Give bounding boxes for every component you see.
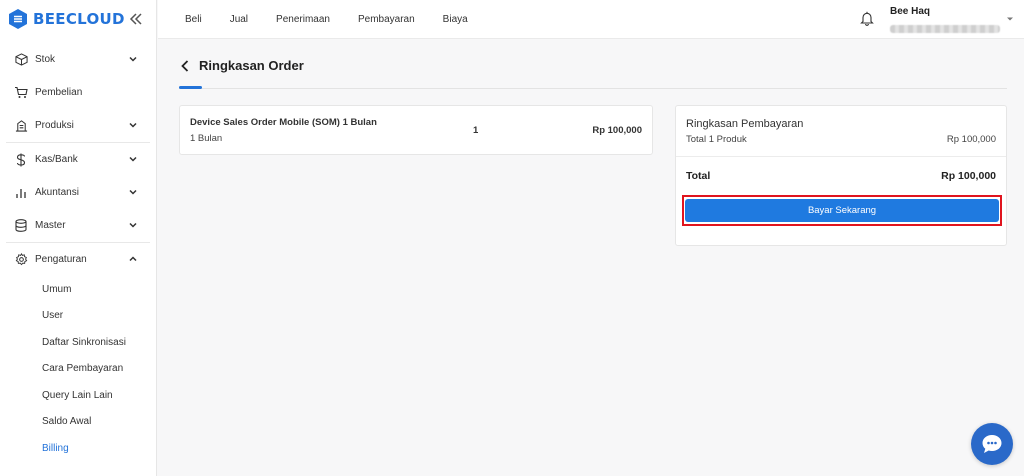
sidebar-item-pengaturan[interactable]: Pengaturan	[0, 243, 156, 276]
sidebar: BEECLOUD Stok Pembelian Produksi Kas/Ban…	[0, 0, 157, 476]
header-accent-bar	[179, 86, 202, 89]
sidebar-subitem-saldo-awal[interactable]: Saldo Awal	[0, 409, 156, 436]
sidebar-item-master[interactable]: Master	[0, 209, 156, 242]
payment-summary-card: Ringkasan Pembayaran Total 1 Produk Rp 1…	[675, 105, 1007, 246]
user-name: Bee Haq	[890, 6, 931, 17]
chevron-down-icon	[129, 156, 137, 162]
top-nav-jual[interactable]: Jual	[230, 14, 248, 25]
brand-name: BEECLOUD	[33, 10, 125, 28]
pay-now-button[interactable]: Bayar Sekarang	[685, 199, 999, 222]
sidebar-item-stok[interactable]: Stok	[0, 43, 156, 76]
chat-button[interactable]	[971, 423, 1013, 465]
chat-bubble-icon	[982, 435, 1002, 453]
page-title: Ringkasan Order	[199, 58, 304, 73]
header-divider	[179, 88, 1007, 89]
sidebar-item-label: Master	[35, 220, 66, 231]
caret-down-icon[interactable]	[1006, 16, 1014, 22]
top-nav: Beli Jual Penerimaan Pembayaran Biaya	[185, 0, 496, 39]
sidebar-subitem-user[interactable]: User	[0, 303, 156, 330]
order-item-duration: 1 Bulan	[190, 133, 223, 144]
sidebar-subitem-query-lain-lain[interactable]: Query Lain Lain	[0, 382, 156, 409]
user-menu[interactable]: Bee Haq	[890, 6, 1000, 33]
box-icon	[14, 53, 28, 67]
summary-total-value: Rp 100,000	[941, 170, 996, 182]
double-chevron-left-icon[interactable]	[128, 11, 144, 27]
sidebar-item-label: Kas/Bank	[35, 154, 78, 165]
summary-total-label: Total	[686, 170, 711, 182]
brand: BEECLOUD	[0, 0, 156, 38]
sidebar-item-label: Produksi	[35, 120, 74, 131]
sidebar-item-kas-bank[interactable]: Kas/Bank	[0, 143, 156, 176]
sidebar-item-label: Pembelian	[35, 87, 83, 98]
top-nav-penerimaan[interactable]: Penerimaan	[276, 14, 330, 25]
page-header: Ringkasan Order	[179, 58, 304, 73]
dollar-icon	[14, 153, 28, 167]
order-item-price: Rp 100,000	[592, 125, 642, 136]
gear-icon	[14, 253, 28, 267]
database-icon	[14, 219, 28, 233]
bell-icon[interactable]	[860, 11, 874, 26]
sidebar-subitem-billing[interactable]: Billing	[0, 435, 156, 462]
order-item-name: Device Sales Order Mobile (SOM) 1 Bulan	[190, 117, 377, 128]
sidebar-item-label: Akuntansi	[35, 187, 79, 198]
factory-icon	[14, 119, 28, 133]
sidebar-item-pembelian[interactable]: Pembelian	[0, 76, 156, 109]
sidebar-subitem-daftar-sinkronisasi[interactable]: Daftar Sinkronisasi	[0, 329, 156, 356]
chevron-down-icon	[129, 222, 137, 228]
summary-products-label: Total 1 Produk	[686, 134, 747, 145]
order-item-qty: 1	[473, 125, 479, 136]
summary-total-row: Total Rp 100,000	[686, 170, 996, 182]
topbar: Beli Jual Penerimaan Pembayaran Biaya Be…	[158, 0, 1024, 39]
top-nav-pembayaran[interactable]: Pembayaran	[358, 14, 415, 25]
chevron-up-icon	[129, 256, 137, 262]
bar-chart-icon	[14, 186, 28, 200]
back-arrow-icon[interactable]	[179, 59, 193, 73]
chevron-down-icon	[129, 56, 137, 62]
sidebar-item-akuntansi[interactable]: Akuntansi	[0, 176, 156, 209]
summary-divider	[676, 156, 1006, 157]
top-nav-beli[interactable]: Beli	[185, 14, 202, 25]
sidebar-item-label: Stok	[35, 54, 56, 65]
chevron-down-icon	[129, 122, 137, 128]
cart-icon	[14, 86, 28, 100]
sidebar-subitem-cara-pembayaran[interactable]: Cara Pembayaran	[0, 356, 156, 383]
sidebar-item-produksi[interactable]: Produksi	[0, 109, 156, 142]
chevron-down-icon	[129, 189, 137, 195]
sidebar-nav: Stok Pembelian Produksi Kas/Bank Akuntan…	[0, 43, 156, 462]
main-content: Ringkasan Order Device Sales Order Mobil…	[158, 40, 1024, 476]
summary-products-row: Total 1 Produk Rp 100,000	[686, 134, 996, 145]
summary-title: Ringkasan Pembayaran	[686, 118, 804, 130]
beecloud-logo-icon	[9, 9, 27, 29]
order-item-card: Device Sales Order Mobile (SOM) 1 Bulan …	[179, 105, 653, 155]
user-email-blurred	[890, 25, 1000, 33]
sidebar-subitem-umum[interactable]: Umum	[0, 276, 156, 303]
sidebar-item-label: Pengaturan	[35, 254, 87, 265]
summary-products-value: Rp 100,000	[946, 134, 996, 145]
top-nav-biaya[interactable]: Biaya	[443, 14, 468, 25]
